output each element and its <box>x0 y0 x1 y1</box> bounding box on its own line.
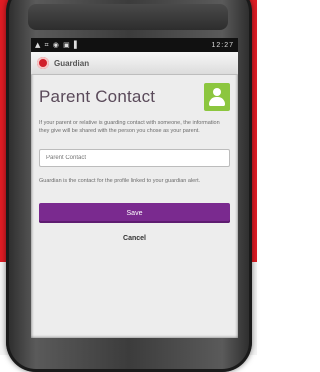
main-content: Parent Contact If your parent or relativ… <box>31 75 238 247</box>
title-row: Parent Contact <box>39 83 230 111</box>
app-bar: Guardian <box>31 52 238 75</box>
status-bar: ▲ ⌗ ◉ ▣ ▌ 12:27 <box>31 38 238 52</box>
app-logo-icon <box>37 57 49 69</box>
status-time: 12:27 <box>211 41 234 49</box>
phone-device: ▲ ⌗ ◉ ▣ ▌ 12:27 Guardian Parent Contact … <box>6 0 252 372</box>
app-name: Guardian <box>54 58 90 68</box>
cancel-button[interactable]: Cancel <box>39 229 230 247</box>
phone-screen: ▲ ⌗ ◉ ▣ ▌ 12:27 Guardian Parent Contact … <box>31 38 238 338</box>
parent-contact-input[interactable] <box>39 149 230 167</box>
status-icons: ▲ ⌗ ◉ ▣ ▌ <box>35 40 81 49</box>
person-contact-icon <box>204 83 230 111</box>
contact-icon-body <box>209 97 225 106</box>
description-text: If your parent or relative is guarding c… <box>39 120 220 134</box>
note-text: Guardian is the contact for the profile … <box>39 178 201 184</box>
page-title: Parent Contact <box>39 87 156 106</box>
save-button[interactable]: Save <box>39 203 230 223</box>
phone-top-bezel <box>28 4 228 30</box>
contact-icon-head <box>213 88 221 96</box>
